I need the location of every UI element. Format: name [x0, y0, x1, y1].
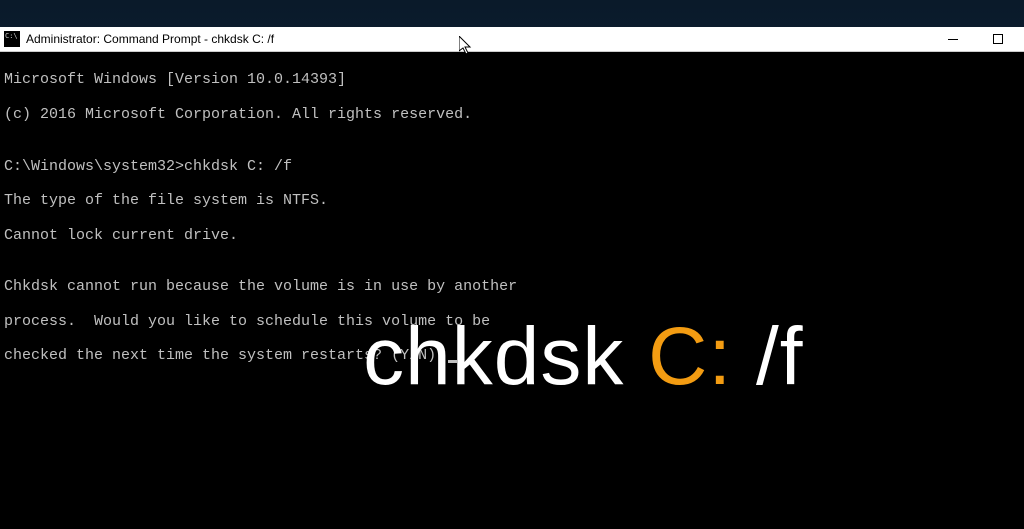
cmd-icon — [4, 31, 20, 47]
terminal-line: process. Would you like to schedule this… — [4, 313, 1020, 330]
cmd-window: Administrator: Command Prompt - chkdsk C… — [0, 27, 1024, 529]
terminal-prompt-line: checked the next time the system restart… — [4, 347, 1020, 364]
terminal-line: Cannot lock current drive. — [4, 227, 1020, 244]
window-title: Administrator: Command Prompt - chkdsk C… — [26, 32, 930, 46]
maximize-icon — [993, 34, 1003, 44]
text-cursor — [448, 360, 457, 363]
terminal-line: (c) 2016 Microsoft Corporation. All righ… — [4, 106, 1020, 123]
minimize-button[interactable] — [930, 27, 975, 52]
terminal-output[interactable]: Microsoft Windows [Version 10.0.14393] (… — [0, 52, 1024, 529]
terminal-line: The type of the file system is NTFS. — [4, 192, 1020, 209]
terminal-prompt-text: checked the next time the system restart… — [4, 347, 445, 364]
maximize-button[interactable] — [975, 27, 1020, 52]
minimize-icon — [948, 39, 958, 40]
title-bar[interactable]: Administrator: Command Prompt - chkdsk C… — [0, 27, 1024, 52]
terminal-line: C:\Windows\system32>chkdsk C: /f — [4, 158, 1020, 175]
terminal-line: Chkdsk cannot run because the volume is … — [4, 278, 1020, 295]
terminal-line: Microsoft Windows [Version 10.0.14393] — [4, 71, 1020, 88]
window-controls — [930, 27, 1020, 52]
